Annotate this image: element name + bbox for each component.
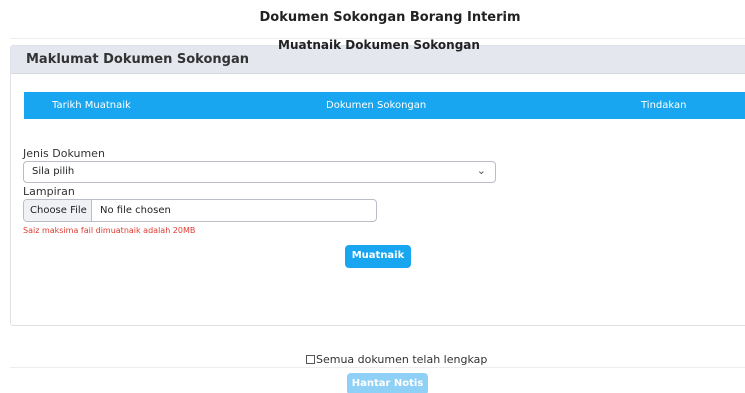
column-header-action: Tindakan: [641, 100, 687, 111]
complete-checkbox[interactable]: [306, 355, 315, 364]
choose-file-button[interactable]: Choose File: [24, 200, 92, 221]
document-type-select[interactable]: Sila pilih ⌄: [23, 161, 496, 183]
upload-button[interactable]: Muatnaik: [345, 245, 411, 268]
document-card: Maklumat Dokumen Sokongan: [10, 45, 745, 326]
documents-table-header: Tarikh Muatnaik Dokumen Sokongan Tindaka…: [24, 92, 745, 119]
chevron-down-icon: ⌄: [476, 164, 486, 177]
page-title: Dokumen Sokongan Borang Interim: [259, 10, 521, 25]
send-notice-button[interactable]: Hantar Notis: [347, 373, 428, 393]
footer-divider: [10, 367, 745, 368]
file-status-text: No file chosen: [100, 205, 171, 216]
column-header-date: Tarikh Muatnaik: [52, 100, 131, 111]
complete-checkbox-label[interactable]: Semua dokumen telah lengkap: [316, 353, 487, 366]
attachment-file-input[interactable]: Choose File No file chosen: [23, 199, 377, 222]
document-type-value: Sila pilih: [32, 166, 75, 177]
upload-section-title: Muatnaik Dokumen Sokongan: [278, 38, 480, 52]
file-size-hint: Saiz maksima fail dimuatnaik adalah 20MB: [23, 226, 196, 235]
attachment-label: Lampiran: [23, 185, 75, 198]
complete-checkbox-row: Semua dokumen telah lengkap: [306, 353, 487, 366]
document-type-label: Jenis Dokumen: [23, 147, 105, 160]
column-header-document: Dokumen Sokongan: [326, 100, 427, 111]
